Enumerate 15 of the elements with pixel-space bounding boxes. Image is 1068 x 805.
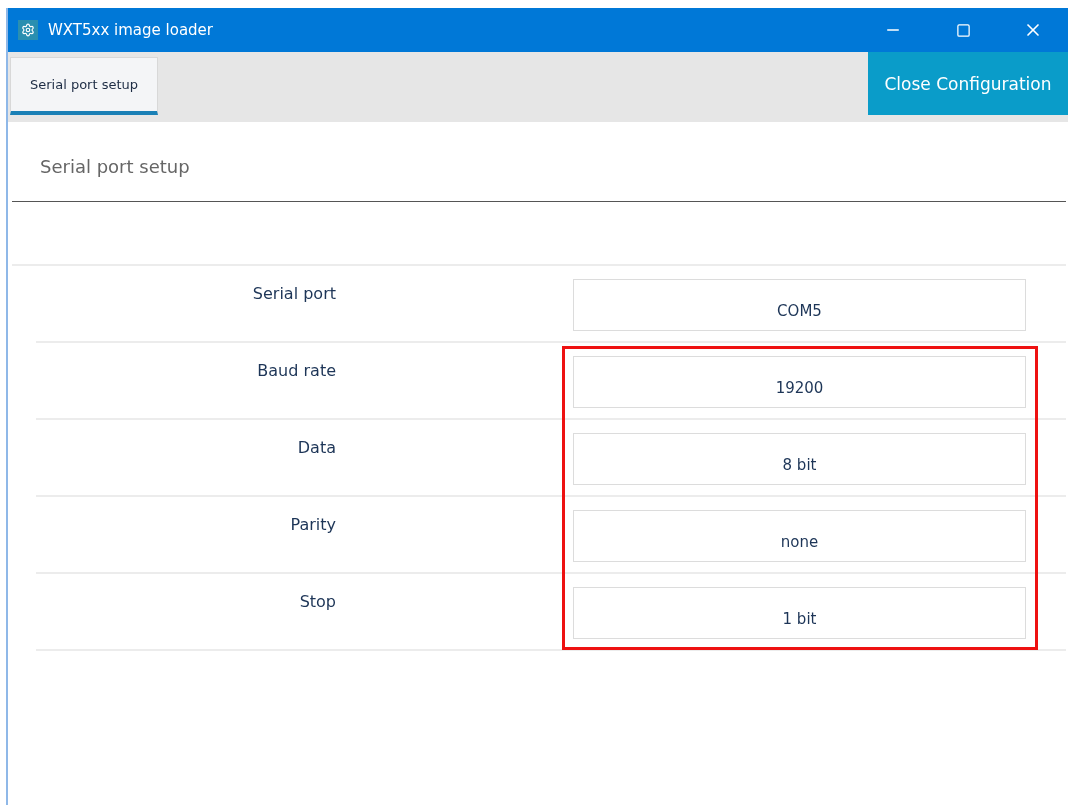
field-label: Parity — [289, 514, 336, 536]
maximize-icon[interactable] — [955, 22, 971, 38]
value-field[interactable]: 19200 — [573, 356, 1026, 408]
value-field[interactable]: 1 bit — [573, 587, 1026, 639]
field-label: Serial port — [251, 283, 336, 305]
window-title: WXT5xx image loader — [48, 21, 214, 39]
value-field[interactable]: none — [573, 510, 1026, 562]
field-label: Stop — [298, 591, 336, 613]
section-title: Serial port setup — [39, 155, 191, 179]
value-field[interactable]: 8 bit — [573, 433, 1026, 485]
value-field[interactable]: COM5 — [573, 279, 1026, 331]
field-label: Data — [296, 437, 336, 459]
field-label: Baud rate — [256, 360, 336, 382]
gear-icon — [18, 20, 38, 40]
tab[interactable]: Serial port setup — [10, 57, 158, 115]
